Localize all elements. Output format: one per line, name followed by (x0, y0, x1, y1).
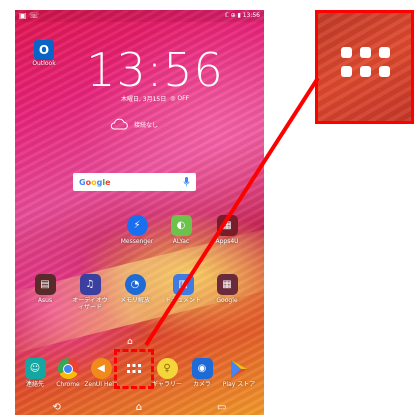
callout-connector (144, 76, 320, 347)
